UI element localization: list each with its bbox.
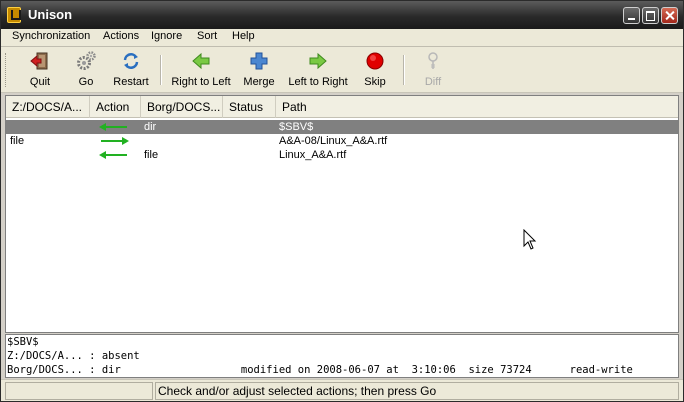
- go-button[interactable]: Go: [73, 51, 99, 91]
- right-to-left-label: Right to Left: [171, 76, 231, 88]
- menu-ignore[interactable]: Ignore: [151, 30, 182, 42]
- details-pane: $SBV$ Z:/DOCS/A... : absent Borg/DOCS...…: [5, 334, 679, 378]
- toolbar-separator: [403, 55, 405, 85]
- left-to-right-label: Left to Right: [288, 76, 348, 88]
- unison-app-icon: [7, 7, 21, 23]
- reconcile-list[interactable]: Z:/DOCS/A... Action Borg/DOCS... Status …: [5, 95, 679, 333]
- restart-label: Restart: [113, 76, 149, 88]
- merge-button[interactable]: Merge: [243, 51, 275, 91]
- menu-help[interactable]: Help: [232, 30, 255, 42]
- left-to-right-button[interactable]: Left to Right: [286, 51, 350, 91]
- details-left-replica: Z:/DOCS/A... : absent: [7, 350, 140, 362]
- merge-label: Merge: [243, 76, 275, 88]
- restart-button[interactable]: Restart: [109, 51, 153, 91]
- path-cell: Linux_A&A.rtf: [279, 149, 347, 161]
- column-header-path[interactable]: Path: [276, 96, 678, 118]
- menu-sort[interactable]: Sort: [197, 30, 217, 42]
- window-title: Unison: [28, 7, 73, 22]
- diff-icon: [423, 51, 443, 71]
- right-cell: dir: [144, 121, 157, 133]
- list-row[interactable]: file A&A-08/Linux_A&A.rtf: [6, 134, 678, 148]
- path-cell: $SBV$: [279, 121, 314, 133]
- unison-window: Unison Synchronization Actions Ignore So…: [0, 0, 684, 402]
- left-cell: file: [10, 135, 25, 147]
- gears-icon: [76, 51, 96, 71]
- quit-icon: [30, 51, 50, 71]
- plus-icon: [249, 51, 269, 71]
- quit-label: Quit: [29, 76, 51, 88]
- skip-button[interactable]: Skip: [361, 51, 389, 91]
- title-bar[interactable]: Unison: [1, 1, 683, 29]
- restart-icon: [121, 51, 141, 71]
- column-header-status[interactable]: Status: [223, 96, 276, 118]
- quit-button[interactable]: Quit: [25, 51, 55, 91]
- menu-bar: Synchronization Actions Ignore Sort Help: [1, 29, 683, 47]
- red-circle-icon: [365, 51, 385, 71]
- minimize-button[interactable]: [623, 7, 640, 24]
- details-path: $SBV$: [7, 336, 39, 348]
- mouse-cursor-icon: [523, 229, 537, 250]
- column-header-action[interactable]: Action: [90, 96, 141, 118]
- list-row[interactable]: dir $SBV$: [6, 120, 678, 134]
- menu-synchronization[interactable]: Synchronization: [12, 30, 90, 42]
- column-header-right-replica[interactable]: Borg/DOCS...: [141, 96, 223, 118]
- toolbar: Quit Go Restart Right to Left Merge Left…: [1, 47, 683, 93]
- arrow-left-icon: [191, 51, 211, 71]
- right-to-left-arrow-icon[interactable]: [99, 122, 129, 132]
- path-cell: A&A-08/Linux_A&A.rtf: [279, 135, 388, 147]
- right-to-left-arrow-icon[interactable]: [99, 150, 129, 160]
- maximize-button[interactable]: [642, 7, 659, 24]
- status-message: Check and/or adjust selected actions; th…: [155, 382, 679, 400]
- status-bar: Check and/or adjust selected actions; th…: [1, 379, 683, 401]
- right-cell: file: [144, 149, 159, 161]
- arrow-right-icon: [308, 51, 328, 71]
- list-header: Z:/DOCS/A... Action Borg/DOCS... Status …: [6, 96, 678, 118]
- left-to-right-arrow-icon[interactable]: [99, 136, 129, 146]
- skip-label: Skip: [364, 76, 386, 88]
- go-label: Go: [78, 76, 94, 88]
- toolbar-grip[interactable]: [5, 53, 8, 87]
- status-pane-blank: [5, 382, 153, 400]
- diff-label: Diff: [424, 76, 442, 88]
- menu-actions[interactable]: Actions: [103, 30, 139, 42]
- list-row[interactable]: file Linux_A&A.rtf: [6, 148, 678, 162]
- diff-button[interactable]: Diff: [421, 51, 445, 91]
- toolbar-separator: [160, 55, 162, 85]
- details-right-replica: Borg/DOCS... : dir modified on 2008-06-0…: [7, 364, 633, 376]
- close-button[interactable]: [661, 7, 678, 24]
- right-to-left-button[interactable]: Right to Left: [169, 51, 233, 91]
- column-header-left-replica[interactable]: Z:/DOCS/A...: [6, 96, 90, 118]
